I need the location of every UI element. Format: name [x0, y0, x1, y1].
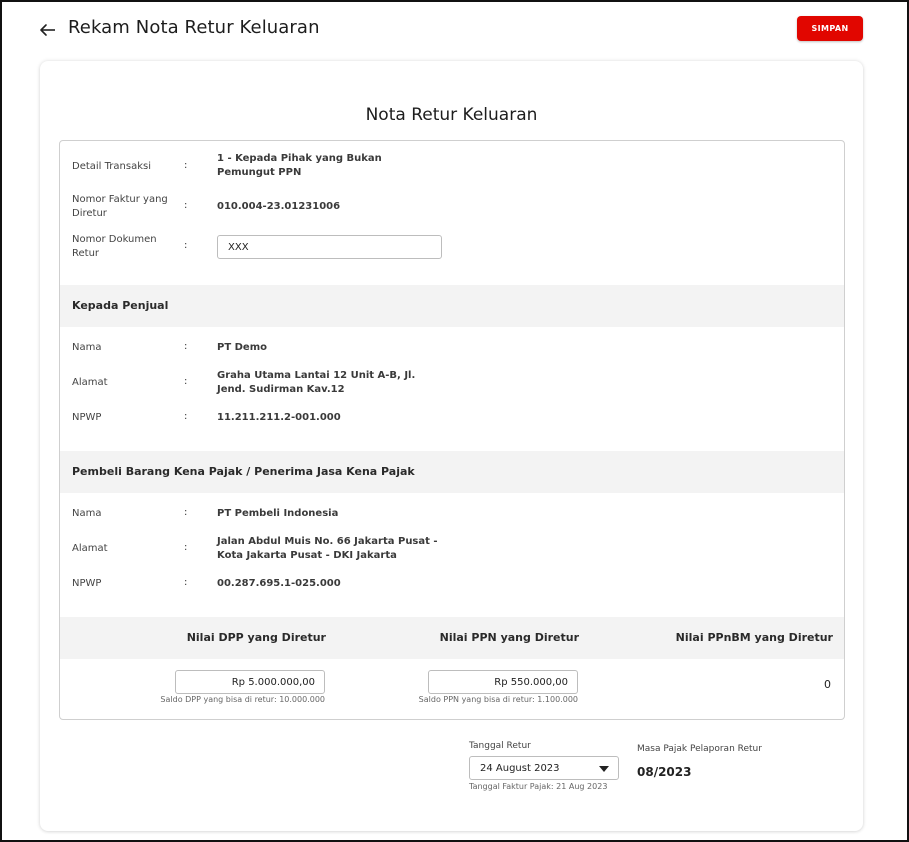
buyer-npwp-value: 00.287.695.1-025.000: [217, 578, 341, 589]
buyer-section-title: Pembeli Barang Kena Pajak / Penerima Jas…: [72, 465, 415, 478]
nomor-faktur-value: 010.004-23.01231006: [217, 201, 341, 212]
seller-alamat-value: Graha Utama Lantai 12 Unit A-B, Jl. Jend…: [217, 370, 416, 395]
tanggal-faktur-hint: Tanggal Faktur Pajak: 21 Aug 2023: [469, 782, 608, 791]
colon: :: [184, 507, 188, 518]
masa-pajak-value: 08/2023: [637, 765, 692, 779]
ppn-saldo-hint: Saldo PPN yang bisa di retur: 1.100.000: [418, 695, 578, 704]
ppn-column-header: Nilai PPN yang Diretur: [439, 631, 579, 644]
seller-nama-label: Nama: [72, 342, 102, 353]
colon: :: [184, 240, 188, 251]
ppnbm-column-header: Nilai PPnBM yang Diretur: [675, 631, 833, 644]
page-header: Rekam Nota Retur Keluaran SIMPAN: [0, 0, 909, 60]
ppnbm-value: 0: [824, 678, 831, 691]
seller-npwp-value: 11.211.211.2-001.000: [217, 412, 341, 423]
values-header-band: Nilai DPP yang Diretur Nilai PPN yang Di…: [60, 617, 844, 659]
save-button[interactable]: SIMPAN: [797, 16, 863, 41]
dpp-amount-input[interactable]: [175, 670, 325, 694]
card-title: Nota Retur Keluaran: [365, 105, 538, 125]
seller-npwp-label: NPWP: [72, 412, 102, 423]
colon: :: [184, 542, 188, 553]
seller-section-title: Kepada Penjual: [72, 299, 169, 312]
colon: :: [184, 341, 188, 352]
caret-down-icon: [599, 766, 609, 772]
buyer-nama-value: PT Pembeli Indonesia: [217, 508, 339, 519]
buyer-alamat-value: Jalan Abdul Muis No. 66 Jakarta Pusat - …: [217, 536, 438, 561]
seller-section-header: Kepada Penjual: [60, 285, 844, 327]
buyer-alamat-label: Alamat: [72, 543, 108, 554]
detail-transaksi-value: 1 - Kepada Pihak yang Bukan Pemungut PPN: [217, 153, 382, 178]
nomor-dokumen-label: Nomor Dokumen Retur: [72, 234, 157, 259]
colon: :: [184, 200, 188, 211]
seller-nama-value: PT Demo: [217, 342, 268, 353]
tanggal-retur-value: 24 August 2023: [480, 763, 560, 774]
detail-transaksi-label: Detail Transaksi: [72, 161, 151, 172]
nomor-faktur-label: Nomor Faktur yang Diretur: [72, 194, 168, 219]
dpp-column-header: Nilai DPP yang Diretur: [186, 631, 326, 644]
tanggal-retur-label: Tanggal Retur: [469, 741, 531, 751]
tanggal-retur-select[interactable]: 24 August 2023: [469, 756, 619, 780]
colon: :: [184, 376, 188, 387]
ppn-amount-input[interactable]: [428, 670, 578, 694]
form-card: Nota Retur Keluaran Detail Transaksi : 1…: [40, 61, 863, 831]
nota-detail-box: Detail Transaksi : 1 - Kepada Pihak yang…: [59, 140, 845, 720]
seller-alamat-label: Alamat: [72, 377, 108, 388]
colon: :: [184, 411, 188, 422]
page-title: Rekam Nota Retur Keluaran: [68, 17, 320, 38]
buyer-section-header: Pembeli Barang Kena Pajak / Penerima Jas…: [60, 451, 844, 493]
arrow-left-icon[interactable]: [38, 20, 58, 40]
dpp-saldo-hint: Saldo DPP yang bisa di retur: 10.000.000: [160, 695, 325, 704]
colon: :: [184, 160, 188, 171]
colon: :: [184, 577, 188, 588]
buyer-npwp-label: NPWP: [72, 578, 102, 589]
nomor-dokumen-input[interactable]: [217, 235, 442, 259]
buyer-nama-label: Nama: [72, 508, 102, 519]
masa-pajak-label: Masa Pajak Pelaporan Retur: [637, 744, 762, 754]
